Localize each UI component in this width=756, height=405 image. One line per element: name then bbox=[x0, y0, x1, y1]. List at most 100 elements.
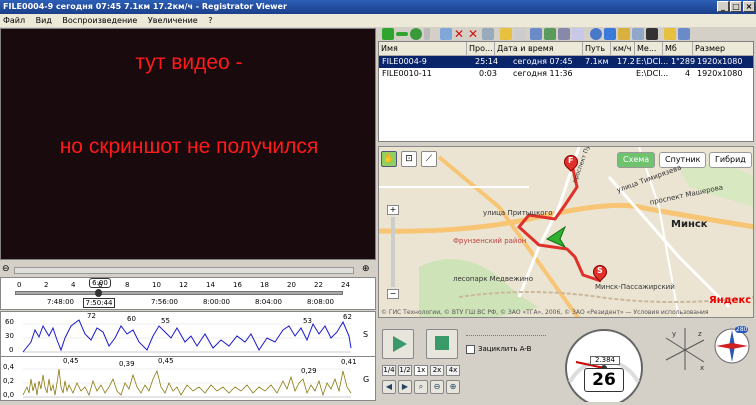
col-datetime[interactable]: Дата и время bbox=[495, 42, 583, 56]
timeline-track[interactable] bbox=[15, 291, 343, 295]
folder-icon[interactable] bbox=[664, 28, 676, 40]
ruler-button[interactable]: ⟋ bbox=[421, 151, 437, 167]
map-zoom-track[interactable] bbox=[391, 217, 395, 287]
gforce-axis-label: G bbox=[363, 375, 370, 384]
speed-4x[interactable]: 4x bbox=[446, 365, 460, 376]
map-mode-satellite[interactable]: Спутник bbox=[659, 152, 707, 168]
remove-icon[interactable] bbox=[396, 32, 408, 36]
next-frame-button[interactable]: ▶ bbox=[398, 380, 412, 394]
video-area[interactable]: тут видео - но скриншот не получился bbox=[0, 28, 376, 260]
speed-peak-label: 60 bbox=[127, 315, 136, 323]
fullscreen-icon[interactable] bbox=[646, 28, 658, 40]
cut-icon[interactable] bbox=[514, 28, 526, 40]
layout-icon[interactable] bbox=[632, 28, 644, 40]
col-duration[interactable]: Про... bbox=[467, 42, 495, 56]
map-zoom-out-button[interactable]: − bbox=[387, 289, 399, 299]
col-name[interactable]: Имя bbox=[379, 42, 467, 56]
stop-button[interactable] bbox=[426, 329, 458, 359]
maximize-button[interactable]: □ bbox=[730, 1, 742, 12]
minute-tick-label: 0 bbox=[17, 281, 22, 289]
snapshot-icon[interactable] bbox=[544, 28, 556, 40]
col-mb[interactable]: Мб bbox=[663, 42, 693, 56]
speed-quarter[interactable]: 1/4 bbox=[382, 365, 396, 376]
file-mb: 4 bbox=[685, 69, 691, 78]
file-media: E:\DCI... bbox=[636, 57, 669, 66]
zoom-minus-button[interactable]: ⊖ bbox=[430, 380, 444, 394]
col-path[interactable]: Путь bbox=[583, 42, 611, 56]
prev-frame-button[interactable]: ◀ bbox=[382, 380, 396, 394]
copy-icon[interactable] bbox=[440, 28, 452, 40]
globe-icon[interactable] bbox=[590, 28, 602, 40]
add-icon[interactable] bbox=[382, 28, 394, 40]
chart-icon[interactable] bbox=[618, 28, 630, 40]
map-zoom-in-button[interactable]: + bbox=[387, 205, 399, 215]
speed-ytick-0: 0 bbox=[9, 346, 14, 354]
zoom-in-icon[interactable]: ⊕ bbox=[362, 264, 370, 274]
speed-peak-label: 72 bbox=[87, 312, 96, 320]
clock-tick-label: 8:08:00 bbox=[307, 298, 334, 306]
minute-tick-label: 20 bbox=[287, 281, 296, 289]
pan-tool-button[interactable]: ✋ bbox=[381, 151, 397, 167]
minute-tick-label: 10 bbox=[152, 281, 161, 289]
speed-peak-label: 55 bbox=[161, 317, 170, 325]
map-icon[interactable] bbox=[604, 28, 616, 40]
play-button[interactable] bbox=[382, 329, 414, 359]
speed-2x[interactable]: 2x bbox=[430, 365, 444, 376]
gforce-graph[interactable]: 0,4 0,2 0,0 0,45 0,39 0,45 0,29 0,41 G bbox=[0, 356, 376, 401]
speed-graph-svg bbox=[22, 319, 352, 353]
timeline-cursor-time: 7:50:44 bbox=[83, 298, 115, 308]
file-name: FILE0010-11 bbox=[382, 69, 432, 78]
speed-graph[interactable]: 60 30 0 72 60 55 53 62 S bbox=[0, 311, 376, 357]
magnifier-icon: ⌕ bbox=[418, 382, 424, 391]
speed-series-line bbox=[22, 319, 352, 353]
screenshot-icon[interactable] bbox=[530, 28, 542, 40]
volume-slider[interactable] bbox=[466, 328, 546, 336]
close-button[interactable]: × bbox=[743, 1, 755, 12]
map[interactable]: ✋ ⊡ ⟋ Схема Спутник Гибрид + − улица При… bbox=[378, 146, 754, 318]
save-icon[interactable] bbox=[482, 28, 494, 40]
zoom-button[interactable]: ⌕ bbox=[414, 380, 428, 394]
menu-zoom[interactable]: Увеличение bbox=[148, 16, 198, 25]
timeline[interactable]: 6:00 024681012141618202224 7:48:007:52:0… bbox=[0, 277, 376, 310]
settings-icon[interactable] bbox=[558, 28, 570, 40]
timeline-cursor[interactable] bbox=[95, 289, 102, 297]
file-list-header: Имя Про... Дата и время Путь км/ч Ме... … bbox=[379, 42, 753, 56]
dropdown-icon[interactable] bbox=[424, 28, 430, 40]
file-row[interactable]: FILE0010-11 0:03 сегодня 11:36 E:\DCI...… bbox=[379, 68, 753, 80]
col-media[interactable]: Ме... bbox=[635, 42, 663, 56]
speed-readout: 26 bbox=[584, 368, 624, 392]
gforce-ytick-04: 0,4 bbox=[3, 363, 15, 371]
speed-half[interactable]: 1/2 bbox=[398, 365, 412, 376]
menu-file[interactable]: Файл bbox=[3, 16, 25, 25]
map-mode-hybrid[interactable]: Гибрид bbox=[709, 152, 752, 168]
file-row-selected[interactable]: FILE0004-9 25:14 сегодня 07:45 7.1км 17.… bbox=[379, 56, 753, 68]
zoom-plus-button[interactable]: ⊕ bbox=[446, 380, 460, 394]
loop-ab-checkbox[interactable] bbox=[466, 345, 475, 354]
timeline-scrollbar[interactable] bbox=[14, 267, 354, 274]
export-icon[interactable] bbox=[500, 28, 512, 40]
minimize-button[interactable]: _ bbox=[717, 1, 729, 12]
col-size[interactable]: Размер bbox=[693, 42, 755, 56]
zoom-out-icon[interactable]: ⊖ bbox=[2, 264, 10, 274]
col-speed[interactable]: км/ч bbox=[611, 42, 635, 56]
map-mode-scheme[interactable]: Схема bbox=[617, 152, 656, 168]
delete-icon[interactable]: ✕ bbox=[454, 28, 466, 40]
menu-playback[interactable]: Воспроизведение bbox=[62, 16, 137, 25]
map-zoom-control[interactable]: + − bbox=[387, 205, 399, 305]
file-list[interactable]: Имя Про... Дата и время Путь км/ч Ме... … bbox=[378, 41, 754, 142]
delete-all-icon[interactable]: ✕ bbox=[468, 28, 480, 40]
zoom-area-button[interactable]: ⊡ bbox=[401, 151, 417, 167]
menu-help[interactable]: ? bbox=[208, 16, 212, 25]
refresh-icon[interactable] bbox=[410, 28, 422, 40]
minute-tick-label: 2 bbox=[44, 281, 49, 289]
menu-view[interactable]: Вид bbox=[36, 16, 52, 25]
info-icon[interactable] bbox=[678, 28, 690, 40]
file-mb: 1"289 bbox=[671, 57, 696, 66]
stop-icon bbox=[435, 336, 449, 350]
file-resolution: 1920x1080 bbox=[697, 69, 743, 78]
clock-tick-label: 8:00:00 bbox=[203, 298, 230, 306]
speed-1x[interactable]: 1x bbox=[414, 365, 428, 376]
title-bar: FILE0004-9 сегодня 07:45 7.1км 17.2км/ч … bbox=[0, 0, 756, 14]
link-icon[interactable] bbox=[572, 28, 584, 40]
map-label-station: Минск-Пассажирский bbox=[595, 283, 675, 291]
